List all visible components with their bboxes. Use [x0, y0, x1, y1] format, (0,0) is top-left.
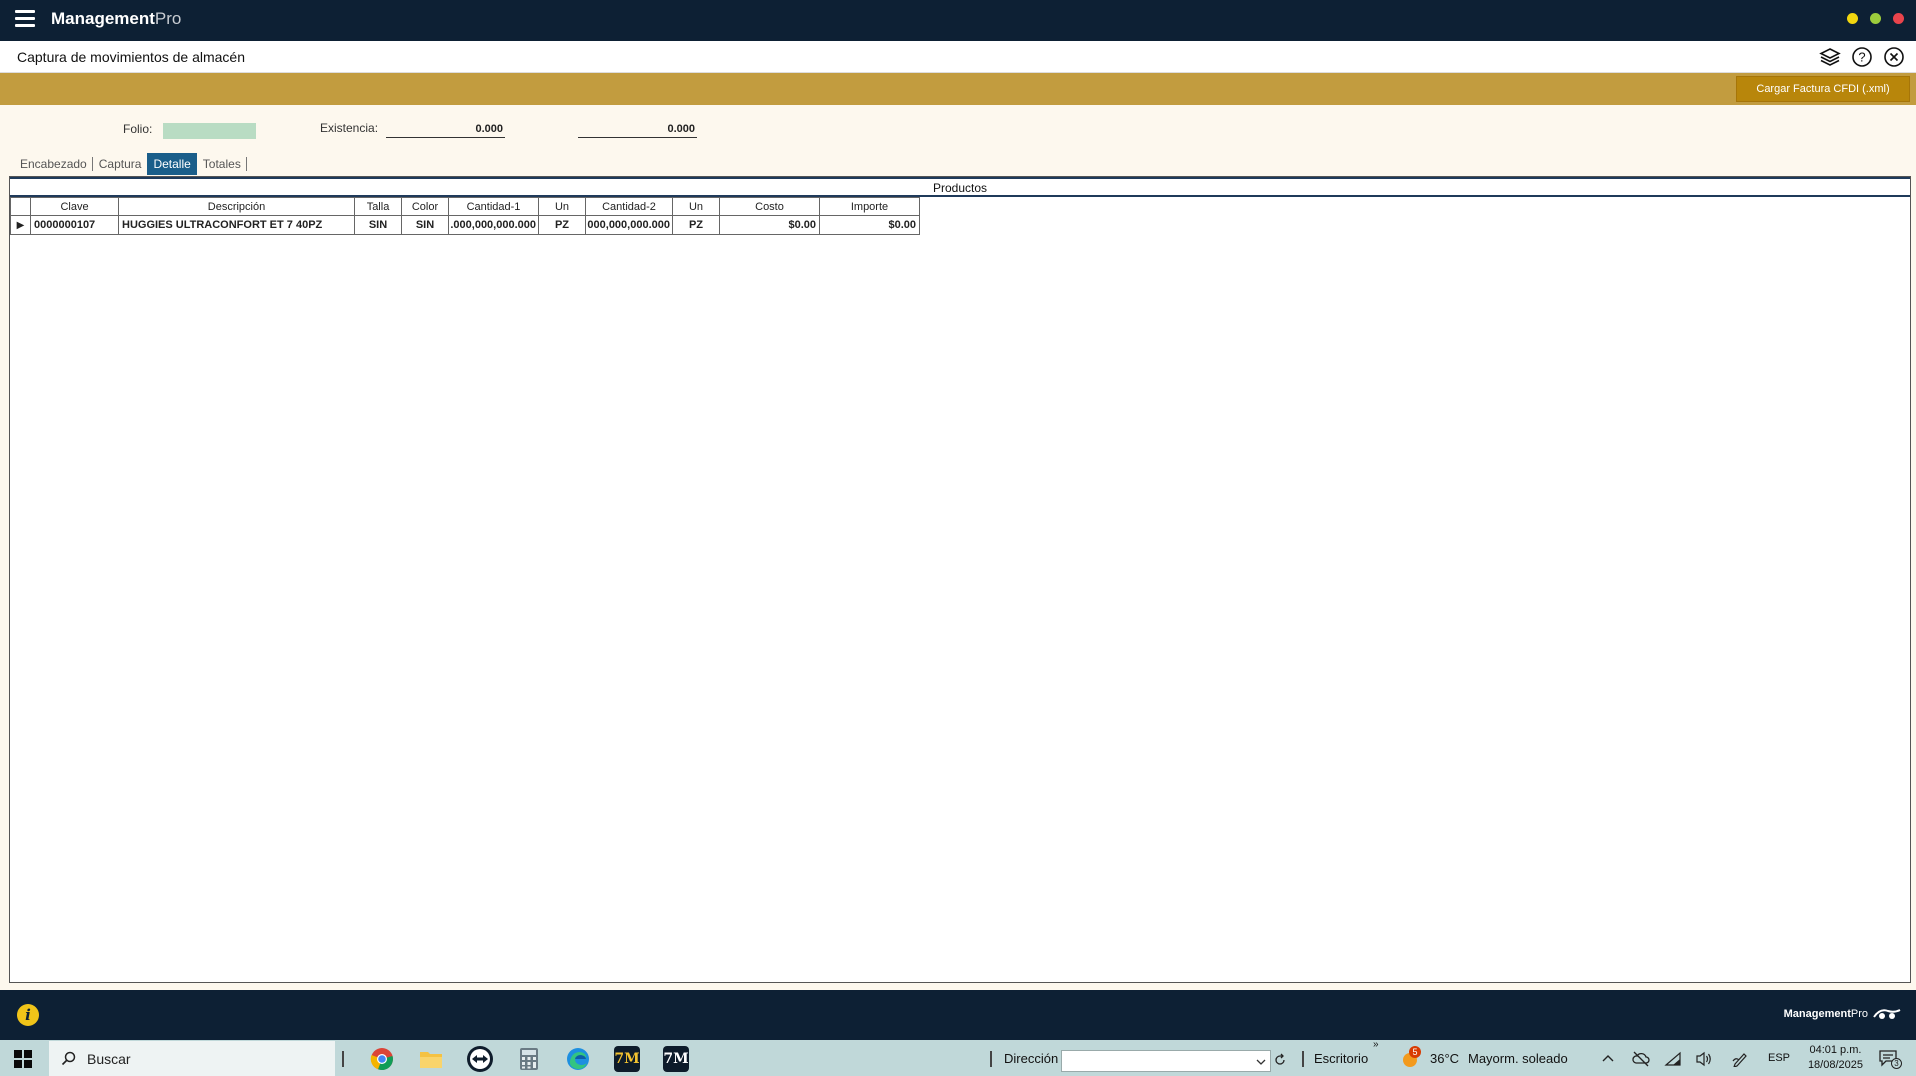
info-icon[interactable]: i [17, 1004, 39, 1026]
folio-label: Folio: [123, 122, 153, 136]
cell-cantidad-1[interactable]: .000,000,000.000 [448, 215, 539, 235]
app-brand: ManagementPro [51, 9, 182, 28]
column-header[interactable]: Un [672, 197, 720, 216]
column-header[interactable]: Cantidad-1 [448, 197, 539, 216]
speaker-icon[interactable] [1695, 1051, 1713, 1067]
cell-unidad-2[interactable]: PZ [672, 215, 720, 235]
table-header-row: Clave Descripción Talla Color Cantidad-1… [10, 197, 920, 216]
cell-unidad-1[interactable]: PZ [538, 215, 586, 235]
column-header[interactable]: Importe [819, 197, 920, 216]
existencia-field-2: 0.000 [578, 121, 697, 138]
footer-brand: ManagementPro [1784, 1007, 1902, 1021]
cell-costo[interactable]: $0.00 [719, 215, 820, 235]
weather-icon[interactable]: 5 [1400, 1046, 1421, 1069]
column-header[interactable]: Cantidad-2 [585, 197, 673, 216]
cell-clave[interactable]: 0000000107 [30, 215, 119, 235]
column-header[interactable]: Clave [30, 197, 119, 216]
cell-color[interactable]: SIN [401, 215, 449, 235]
edge-icon[interactable] [565, 1046, 591, 1072]
table-row[interactable]: ▶ 0000000107 HUGGIES ULTRACONFORT ET 7 4… [10, 215, 920, 235]
pen-icon[interactable] [1732, 1051, 1750, 1067]
products-table: Clave Descripción Talla Color Cantidad-1… [10, 197, 920, 235]
file-explorer-icon[interactable] [418, 1046, 444, 1072]
window-controls [1847, 13, 1904, 24]
column-header[interactable]: Descripción [118, 197, 355, 216]
tab-captura[interactable]: Captura [93, 153, 148, 175]
tab-bar: Encabezado Captura Detalle Totales [14, 153, 247, 175]
menu-icon[interactable] [15, 10, 35, 28]
windows-start-icon[interactable] [14, 1050, 32, 1068]
cloud-offline-icon[interactable] [1632, 1051, 1650, 1067]
existencia-label: Existencia: [320, 121, 379, 135]
desktop-label[interactable]: Escritorio [1314, 1051, 1368, 1066]
search-icon [61, 1051, 76, 1065]
tab-detalle[interactable]: Detalle [147, 153, 197, 175]
weather-temperature[interactable]: 36°C [1430, 1051, 1459, 1066]
address-label: Dirección [1004, 1051, 1059, 1066]
taskbar-clock[interactable]: 04:01 p.m. 18/08/2025 [1808, 1043, 1863, 1073]
page-header: Captura de movimientos de almacén ? [0, 41, 1916, 73]
tab-totales[interactable]: Totales [197, 153, 247, 175]
expand-chevron-icon[interactable]: » [1373, 1039, 1379, 1050]
taskbar-divider [1302, 1051, 1304, 1067]
column-header[interactable]: Talla [354, 197, 402, 216]
minimize-button[interactable] [1847, 13, 1858, 24]
clock-time: 04:01 p.m. [1809, 1044, 1862, 1056]
svg-text:?: ? [1858, 50, 1865, 65]
language-indicator[interactable]: ESP [1768, 1052, 1790, 1064]
managementpro-icon[interactable]: 7M [614, 1046, 640, 1072]
taskbar-divider [342, 1051, 344, 1067]
address-input[interactable] [1061, 1050, 1271, 1072]
close-window-button[interactable] [1893, 13, 1904, 24]
chrome-icon[interactable] [369, 1046, 395, 1072]
maximize-button[interactable] [1870, 13, 1881, 24]
load-cfdi-button[interactable]: Cargar Factura CFDI (.xml) [1736, 76, 1910, 102]
page-title: Captura de movimientos de almacén [17, 49, 246, 65]
column-header[interactable]: Un [538, 197, 586, 216]
folio-input[interactable] [163, 123, 256, 139]
weather-description[interactable]: Mayorm. soleado [1468, 1051, 1568, 1066]
clock-date: 18/08/2025 [1807, 1059, 1863, 1071]
products-title: Productos [10, 177, 1910, 197]
row-selector-icon[interactable]: ▶ [10, 215, 31, 235]
action-bar: Cargar Factura CFDI (.xml) [0, 73, 1916, 105]
search-label: Buscar [87, 1050, 131, 1067]
os-taskbar: Buscar 7M 7M Dirección Escritorio » 5 36… [0, 1039, 1916, 1076]
calculator-icon[interactable] [516, 1046, 542, 1072]
weather-badge: 5 [1409, 1046, 1421, 1058]
products-panel: Productos Clave Descripción Talla Color … [9, 176, 1911, 983]
cell-cantidad-2[interactable]: 000,000,000.000 [585, 215, 673, 235]
managementpro-icon[interactable]: 7M [663, 1046, 689, 1072]
brand-logo-icon [1873, 1009, 1901, 1019]
selector-header [10, 197, 31, 216]
refresh-icon[interactable] [1273, 1053, 1287, 1067]
existencia-field-1: 0.000 [386, 121, 505, 138]
teamviewer-icon[interactable] [467, 1046, 493, 1072]
app-footer: i ManagementPro [0, 990, 1916, 1040]
help-icon[interactable]: ? [1850, 45, 1874, 69]
tab-encabezado[interactable]: Encabezado [14, 153, 93, 175]
cell-descripcion[interactable]: HUGGIES ULTRACONFORT ET 7 40PZ [118, 215, 355, 235]
notification-count: 3 [1891, 1058, 1902, 1069]
taskbar-search[interactable]: Buscar [49, 1041, 335, 1076]
cell-talla[interactable]: SIN [354, 215, 402, 235]
column-header[interactable]: Costo [719, 197, 820, 216]
chevron-up-icon[interactable] [1601, 1053, 1615, 1063]
cell-importe[interactable]: $0.00 [819, 215, 920, 235]
layers-icon[interactable] [1818, 45, 1842, 69]
taskbar-divider [990, 1051, 992, 1067]
column-header[interactable]: Color [401, 197, 449, 216]
wifi-icon[interactable] [1664, 1051, 1682, 1067]
close-icon[interactable] [1882, 45, 1906, 69]
chevron-down-icon[interactable] [1256, 1057, 1266, 1067]
title-bar: ManagementPro [0, 0, 1916, 41]
notifications-icon[interactable]: 3 [1878, 1049, 1902, 1069]
